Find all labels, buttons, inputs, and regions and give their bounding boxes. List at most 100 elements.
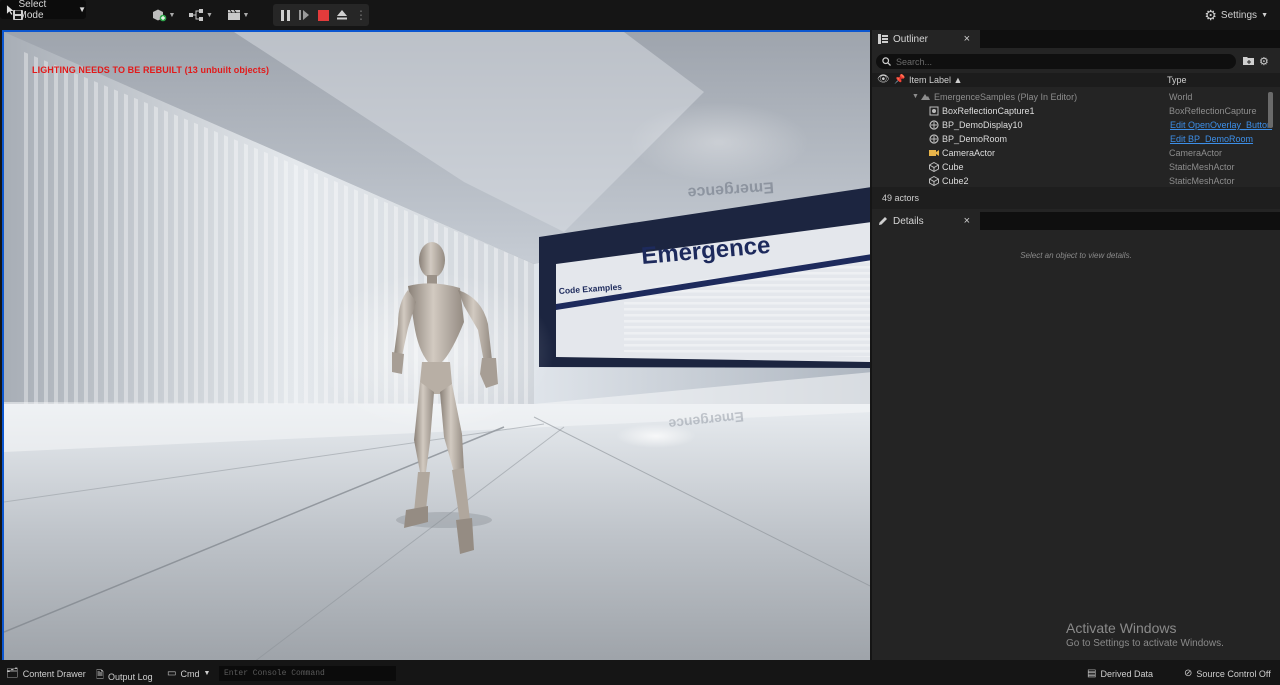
row-label: EmergenceSamples (Play In Editor): [934, 92, 1078, 102]
play-controls: ⋮: [273, 4, 369, 26]
actor-count-bar: 49 actors: [872, 187, 1280, 209]
row-label: Cube2: [942, 176, 969, 186]
level-viewport[interactable]: Emergence Code Examples Emergence Emerge…: [2, 30, 870, 660]
reflection-capture-icon: [928, 105, 939, 116]
row-type: CameraActor: [1169, 148, 1223, 158]
outliner-row[interactable]: BP_DemoRoom Edit BP_DemoRoom: [872, 132, 1268, 146]
world-icon: [920, 91, 931, 102]
outliner-row[interactable]: BoxReflectionCapture1 BoxReflectionCaptu…: [872, 104, 1268, 118]
content-drawer-label: Content Drawer: [22, 668, 86, 679]
right-panel: Outliner × ⚙ 👁 📌 Item Label ▲ Type ▼ Eme…: [872, 30, 1280, 660]
pin-icon[interactable]: 📌: [894, 74, 905, 85]
static-mesh-icon: [928, 161, 939, 172]
chevron-down-icon: ▼: [1261, 11, 1268, 19]
camera-icon: [928, 147, 939, 158]
row-type: BoxReflectionCapture: [1169, 106, 1257, 116]
row-label: BP_DemoRoom: [942, 134, 1008, 144]
outliner-tree: ▼ EmergenceSamples (Play In Editor) Worl…: [872, 90, 1272, 188]
output-log-button[interactable]: 🗎 Output Log: [96, 668, 153, 685]
pause-button[interactable]: [279, 9, 291, 21]
activate-windows-title: Activate Windows: [1066, 620, 1177, 636]
save-icon: [13, 10, 23, 20]
chevron-down-icon: ▼: [78, 5, 86, 14]
visibility-eye-icon[interactable]: 👁: [877, 74, 890, 85]
outliner-settings-button[interactable]: ⚙: [1259, 55, 1269, 68]
row-label: BoxReflectionCapture1: [942, 106, 1035, 116]
folder-icon: [1243, 57, 1254, 65]
content-drawer-icon: 🗂: [6, 668, 19, 679]
blueprint-actor-icon: [928, 119, 939, 130]
cinematics-button[interactable]: ▼: [225, 5, 251, 25]
outliner-row[interactable]: CameraActor CameraActor: [872, 146, 1268, 160]
outliner-row[interactable]: BP_DemoDisplay10 Edit OpenOverlay_Button: [872, 118, 1272, 132]
console-command-input[interactable]: [219, 666, 396, 681]
kebab-menu-icon: ⋮: [355, 8, 367, 22]
content-drawer-button[interactable]: 🗂 Content Drawer: [6, 668, 86, 679]
edit-blueprint-link[interactable]: Edit BP_DemoRoom: [1170, 134, 1253, 144]
chevron-down-icon: ▼: [168, 11, 176, 19]
search-input[interactable]: [896, 56, 1226, 67]
details-tab-bar: Details ×: [872, 212, 1280, 230]
settings-button[interactable]: ⚙ Settings ▼: [1204, 6, 1268, 24]
outliner-column-header: 👁 📌 Item Label ▲ Type: [872, 73, 1280, 87]
outliner-search: [876, 54, 1236, 69]
blueprint-actor-icon: [928, 133, 939, 144]
tab-details[interactable]: Details ×: [872, 212, 980, 230]
outliner-tab-bar: Outliner ×: [872, 30, 1280, 48]
save-button[interactable]: [8, 5, 28, 25]
details-tab-label: Details: [893, 215, 924, 227]
add-folder-button[interactable]: [1243, 56, 1254, 68]
add-cube-icon: [152, 9, 166, 22]
add-actor-button[interactable]: ▼: [150, 5, 176, 25]
gear-icon: ⚙: [1259, 56, 1269, 68]
outliner-row[interactable]: Cube2 StaticMeshActor: [872, 174, 1268, 188]
edit-blueprint-link[interactable]: Edit OpenOverlay_Button: [1170, 120, 1272, 130]
outliner-row[interactable]: Cube StaticMeshActor: [872, 160, 1268, 174]
activate-windows-subtitle: Go to Settings to activate Windows.: [1066, 638, 1224, 649]
static-mesh-icon: [928, 175, 939, 186]
eject-button[interactable]: [336, 9, 348, 21]
outliner-scrollbar[interactable]: [1268, 92, 1273, 128]
output-log-icon: 🗎: [96, 670, 105, 681]
details-empty-message: Select an object to view details.: [1020, 251, 1132, 260]
outliner-row[interactable]: ▼ EmergenceSamples (Play In Editor) Worl…: [872, 90, 1268, 104]
tab-outliner[interactable]: Outliner ×: [872, 30, 980, 48]
frame-skip-icon: [299, 10, 309, 20]
pause-icon: [280, 9, 290, 21]
chevron-down-icon: ▼: [203, 670, 211, 677]
play-options-button[interactable]: ⋮: [355, 9, 367, 21]
outliner-tab-label: Outliner: [893, 33, 929, 45]
outliner-icon: [878, 34, 888, 44]
actor-count: 49 actors: [882, 193, 920, 203]
chevron-down-icon: ▼: [242, 11, 250, 19]
search-icon: [882, 57, 891, 66]
close-icon[interactable]: ×: [964, 33, 970, 45]
close-icon[interactable]: ×: [964, 215, 970, 227]
derived-data-button[interactable]: ▤ Derived Data: [1087, 668, 1153, 679]
row-type: StaticMeshActor: [1169, 162, 1235, 172]
source-control-label: Source Control Off: [1196, 668, 1271, 679]
main-toolbar: Select Mode ▼ ▼ ▼ ▼ ⋮ ⚙ Settings ▼: [0, 0, 1280, 30]
cmd-label: Cmd: [180, 668, 200, 679]
frame-skip-button[interactable]: [298, 9, 310, 21]
stop-button[interactable]: [317, 9, 329, 21]
cmd-dropdown[interactable]: ▭ Cmd ▼: [167, 668, 210, 679]
output-log-label: Output Log: [108, 671, 153, 682]
row-label: Cube: [942, 162, 964, 172]
column-item-label[interactable]: Item Label ▲: [909, 75, 962, 85]
clapperboard-icon: [227, 9, 240, 20]
viewport-scene: Emergence Code Examples Emergence Emerge…: [4, 32, 870, 660]
column-type[interactable]: Type: [1167, 75, 1187, 85]
blueprints-button[interactable]: ▼: [188, 5, 214, 25]
row-label: CameraActor: [942, 148, 996, 158]
row-type: StaticMeshActor: [1169, 176, 1235, 186]
terminal-icon: ▭: [167, 668, 177, 679]
chevron-down-icon: ▼: [206, 11, 213, 19]
gear-icon: ⚙: [1204, 6, 1217, 23]
status-bar: 🗂 Content Drawer 🗎 Output Log ▭ Cmd ▼ ▤ …: [0, 664, 1280, 684]
eject-icon: [337, 10, 347, 20]
source-control-off-icon: ⊘: [1184, 668, 1193, 679]
settings-label: Settings: [1220, 9, 1258, 21]
source-control-button[interactable]: ⊘ Source Control Off: [1184, 668, 1271, 679]
row-type: World: [1169, 92, 1193, 102]
